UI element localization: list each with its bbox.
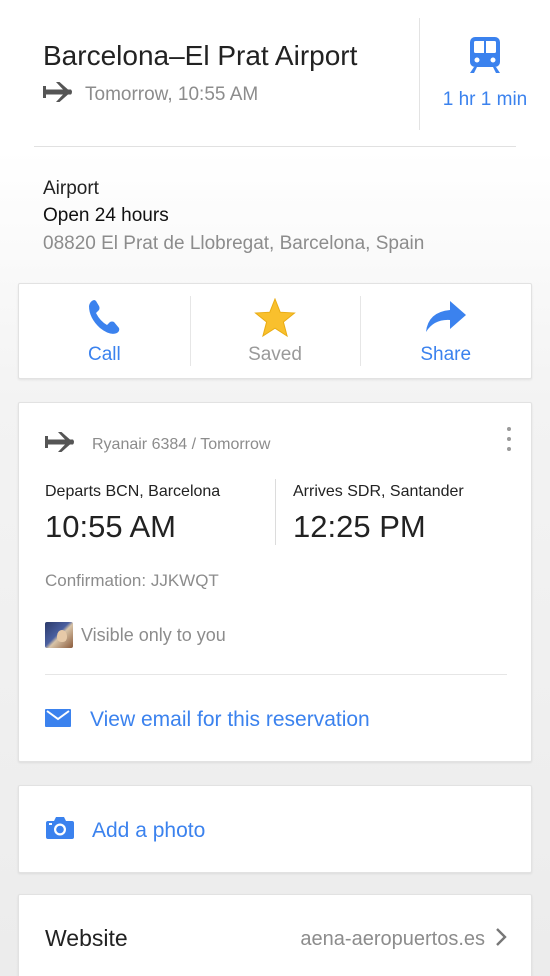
place-info: Airport Open 24 hours 08820 El Prat de L… (43, 175, 424, 259)
confirmation-code: Confirmation: JJKWQT (45, 571, 219, 590)
visibility-note: Visible only to you (45, 622, 226, 648)
airplane-icon (45, 431, 75, 458)
add-photo-button[interactable]: Add a photo (45, 816, 205, 845)
transit-directions-button[interactable]: 1 hr 1 min (420, 36, 550, 111)
train-icon (468, 36, 502, 79)
avatar (45, 622, 73, 648)
saved-button[interactable]: Saved (189, 284, 361, 378)
website-card: Website aena-aeropuertos.es (18, 894, 532, 976)
star-icon (254, 297, 296, 338)
place-title: Barcelona–El Prat Airport (43, 40, 358, 71)
arrival: Arrives SDR, Santander 12:25 PM (293, 483, 464, 545)
flight-header: Ryanair 6384 / Tomorrow (45, 431, 270, 458)
place-address: 08820 El Prat de Llobregat, Barcelona, S… (43, 233, 425, 254)
view-email-link[interactable]: View email for this reservation (45, 708, 370, 732)
transit-duration: 1 hr 1 min (442, 89, 528, 110)
flight-reservation-card: Ryanair 6384 / Tomorrow Departs BCN, Bar… (18, 402, 532, 762)
arrival-caption: Arrives SDR, Santander (293, 483, 464, 500)
place-category: Airport (43, 178, 99, 199)
departure-caption: Departs BCN, Barcelona (45, 483, 221, 500)
website-link[interactable]: aena-aeropuertos.es (300, 927, 507, 952)
phone-icon (86, 298, 122, 336)
chevron-right-icon (495, 927, 507, 952)
website-url: aena-aeropuertos.es (300, 928, 485, 950)
call-label: Call (87, 344, 121, 365)
call-button[interactable]: Call (19, 284, 190, 378)
section-divider (34, 146, 516, 147)
flight-time-text: Tomorrow, 10:55 AM (85, 83, 259, 105)
departure: Departs BCN, Barcelona 10:55 AM (45, 483, 220, 545)
camera-icon (45, 816, 75, 845)
flight-time-summary: Tomorrow, 10:55 AM (43, 81, 258, 108)
card-divider (45, 674, 507, 675)
visibility-text: Visible only to you (81, 624, 226, 645)
actions-card: Call Saved Share (18, 283, 532, 379)
more-options-icon[interactable] (499, 425, 519, 453)
share-button[interactable]: Share (360, 284, 531, 378)
add-photo-card: Add a photo (18, 785, 532, 873)
view-email-text: View email for this reservation (90, 708, 370, 731)
leg-divider (275, 479, 276, 545)
envelope-icon (45, 708, 71, 732)
departure-time: 10:55 AM (45, 509, 176, 544)
share-arrow-icon (424, 298, 468, 336)
add-photo-text: Add a photo (92, 818, 206, 842)
share-label: Share (420, 344, 472, 365)
arrival-time: 12:25 PM (293, 509, 426, 544)
airplane-icon (43, 81, 73, 108)
website-label: Website (45, 925, 128, 951)
flight-number: Ryanair 6384 / Tomorrow (92, 435, 271, 453)
saved-label: Saved (248, 344, 302, 365)
opening-hours: Open 24 hours (43, 205, 169, 226)
